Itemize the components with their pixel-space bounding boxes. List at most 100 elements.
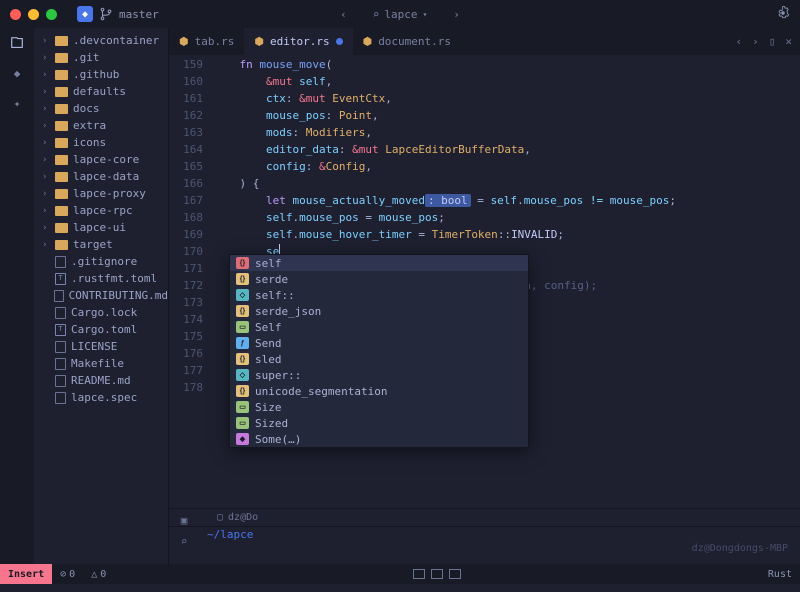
nav-back-icon[interactable]: ‹ <box>736 35 743 48</box>
split-editor-icon[interactable]: ▯ <box>769 35 776 48</box>
folder-extra[interactable]: ›extra <box>34 117 168 134</box>
warning-count[interactable]: △0 <box>83 569 114 580</box>
completion-item[interactable]: {}serde_json <box>230 303 528 319</box>
tree-label: .git <box>73 51 100 64</box>
file-icon <box>55 358 66 370</box>
branch-indicator[interactable]: ◆ master <box>77 6 159 22</box>
rust-file-icon: ⬢ <box>363 35 373 48</box>
completion-label: Self <box>255 321 282 334</box>
error-count[interactable]: ⊘0 <box>52 569 83 580</box>
completion-kind-icon: {} <box>236 273 249 285</box>
completion-item[interactable]: ◇ self:: <box>230 287 528 303</box>
language-mode[interactable]: Rust <box>760 569 800 580</box>
chevron-left-icon[interactable]: ‹ <box>340 8 347 21</box>
panel-bottom-icon[interactable] <box>431 569 443 579</box>
minimize-window[interactable] <box>28 9 39 20</box>
completion-item[interactable]: ▭Self <box>230 319 528 335</box>
close-editor-icon[interactable]: ✕ <box>785 35 792 48</box>
tree-label: lapce.spec <box>71 391 137 404</box>
folder-icon <box>55 138 68 148</box>
folder-lapce-proxy[interactable]: ›lapce-proxy <box>34 185 168 202</box>
search-icon: ⌕ <box>373 8 380 21</box>
completion-label: super:: <box>255 369 301 382</box>
file-.rustfmt.toml[interactable]: T.rustfmt.toml <box>34 270 168 287</box>
completion-item[interactable]: ▭Size <box>230 399 528 415</box>
folder-.devcontainer[interactable]: ›.devcontainer <box>34 32 168 49</box>
file-Makefile[interactable]: Makefile <box>34 355 168 372</box>
file-README.md[interactable]: README.md <box>34 372 168 389</box>
file-.gitignore[interactable]: .gitignore <box>34 253 168 270</box>
completion-item[interactable]: {}serde <box>230 271 528 287</box>
nav-forward-icon[interactable]: › <box>752 35 759 48</box>
file-LICENSE[interactable]: LICENSE <box>34 338 168 355</box>
maximize-window[interactable] <box>46 9 57 20</box>
panel-right-icon[interactable] <box>449 569 461 579</box>
completion-item[interactable]: {}unicode_segmentation <box>230 383 528 399</box>
tree-label: lapce-core <box>73 153 139 166</box>
file-icon <box>55 375 66 387</box>
completion-popup: {}self{}serde◇ self::{}serde_json▭SelfƒSe… <box>229 254 529 448</box>
tab-label: tab.rs <box>195 35 235 48</box>
folder-icons[interactable]: ›icons <box>34 134 168 151</box>
file-lapce.spec[interactable]: lapce.spec <box>34 389 168 406</box>
completion-item[interactable]: ▭Sized <box>230 415 528 431</box>
completion-kind-icon: {} <box>236 305 249 317</box>
toml-file-icon: T <box>55 273 66 285</box>
completion-label: Send <box>255 337 282 350</box>
tab-tab.rs[interactable]: ⬢tab.rs <box>169 28 244 55</box>
folder-.github[interactable]: ›.github <box>34 66 168 83</box>
folder-icon <box>55 53 68 63</box>
folder-defaults[interactable]: › defaults <box>34 83 168 100</box>
folder-.git[interactable]: ›.git <box>34 49 168 66</box>
tab-document.rs[interactable]: ⬢document.rs <box>353 28 461 55</box>
chevron-right-icon[interactable]: › <box>453 8 460 21</box>
chevron-right-icon: › <box>42 87 50 97</box>
chevron-right-icon: › <box>42 155 50 165</box>
folder-lapce-core[interactable]: › lapce-core <box>34 151 168 168</box>
folder-docs[interactable]: ›docs <box>34 100 168 117</box>
file-Cargo.lock[interactable]: Cargo.lock <box>34 304 168 321</box>
extensions-icon[interactable]: ✦ <box>8 94 26 112</box>
tree-label: lapce-ui <box>73 221 126 234</box>
code-editor[interactable]: 1591601611621631641651661671681691701711… <box>169 55 800 564</box>
tree-label: Cargo.toml <box>71 323 137 336</box>
tree-label: defaults <box>73 85 126 98</box>
completion-item[interactable]: {}self <box>230 255 528 271</box>
file-CONTRIBUTING.md[interactable]: CONTRIBUTING.md <box>34 287 168 304</box>
completion-item[interactable]: ◇super:: <box>230 367 528 383</box>
completion-label: self:: <box>255 289 295 302</box>
tree-label: CONTRIBUTING.md <box>69 289 168 302</box>
completion-kind-icon: ◇ <box>236 289 249 301</box>
terminal-tab-label[interactable]: dz@Do <box>228 512 258 523</box>
folder-icon <box>55 121 68 131</box>
folder-lapce-ui[interactable]: ›lapce-ui <box>34 219 168 236</box>
source-control-icon[interactable]: ◆ <box>8 64 26 82</box>
chevron-right-icon: › <box>42 138 50 148</box>
folder-icon <box>55 87 68 97</box>
close-window[interactable] <box>10 9 21 20</box>
folder-lapce-data[interactable]: ›lapce-data <box>34 168 168 185</box>
folder-icon <box>55 240 68 250</box>
file-icon <box>55 256 66 268</box>
completion-item[interactable]: ƒSend <box>230 335 528 351</box>
command-palette[interactable]: ‹ ⌕lapce▾ › <box>340 8 460 21</box>
file-Cargo.toml[interactable]: TCargo.toml <box>34 321 168 338</box>
completion-label: sled <box>255 353 282 366</box>
panel-left-icon[interactable] <box>413 569 425 579</box>
folder-target[interactable]: ›target <box>34 236 168 253</box>
vim-mode[interactable]: Insert <box>0 564 52 584</box>
tab-bar: ⬢tab.rs⬢editor.rs⬢document.rs ‹ › ▯ ✕ <box>169 28 800 55</box>
search-panel-icon[interactable]: ⌕ <box>181 535 188 548</box>
folder-lapce-rpc[interactable]: ›lapce-rpc <box>34 202 168 219</box>
completion-label: Some(…) <box>255 433 301 446</box>
terminal-host: dz@Dongdongs-MBP <box>692 543 788 554</box>
dirty-indicator-icon <box>336 38 343 45</box>
completion-item[interactable]: {}sled <box>230 351 528 367</box>
explorer-view-icon[interactable] <box>8 34 26 52</box>
tab-editor.rs[interactable]: ⬢editor.rs <box>244 28 352 55</box>
settings-button[interactable] <box>776 6 790 23</box>
completion-item[interactable]: ◆Some(…) <box>230 431 528 447</box>
chevron-right-icon: › <box>42 121 50 131</box>
completion-kind-icon: {} <box>236 385 249 397</box>
window-controls <box>10 9 57 20</box>
